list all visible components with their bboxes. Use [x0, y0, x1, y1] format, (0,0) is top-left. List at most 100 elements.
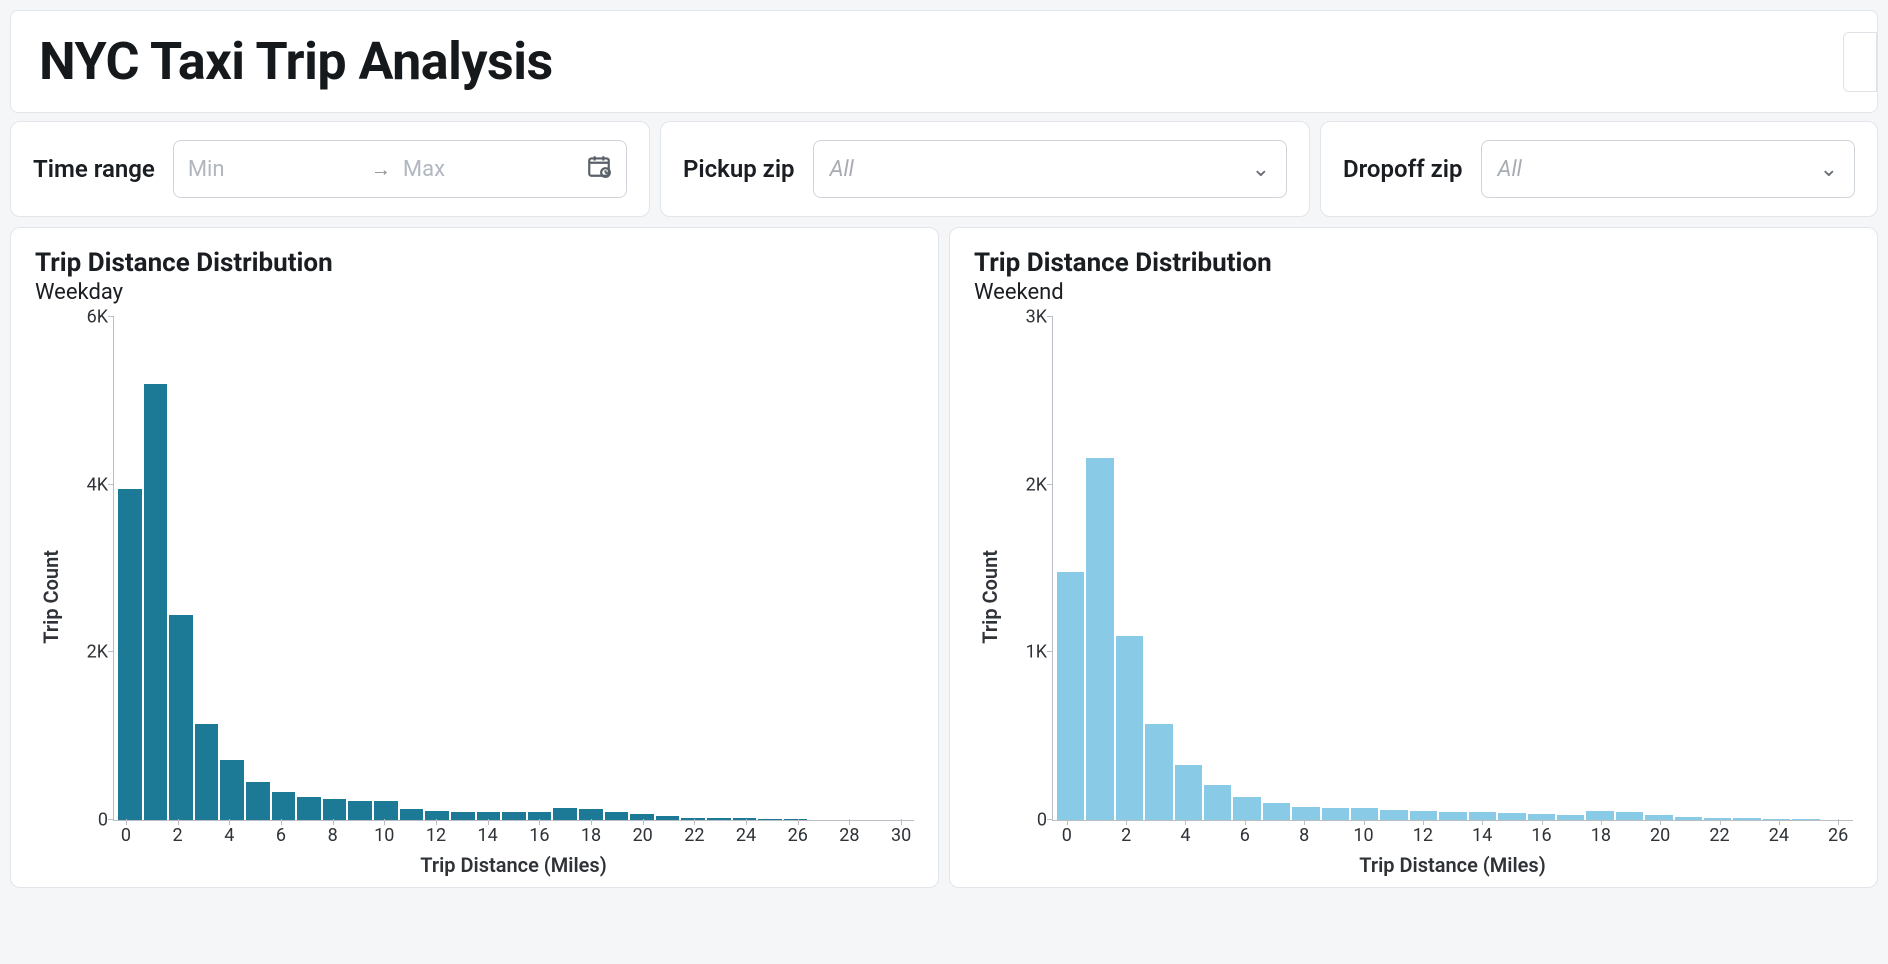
y-tick-label: 0 — [64, 810, 108, 831]
y-tick-label: 0 — [1003, 810, 1047, 831]
chart-bar[interactable] — [707, 818, 731, 820]
header-side-button[interactable] — [1843, 32, 1877, 92]
chart-bar[interactable] — [1233, 797, 1260, 820]
filter-label-pickup-zip: Pickup zip — [683, 155, 795, 183]
filter-dropoff-zip: Dropoff zip All ⌄ — [1320, 121, 1878, 217]
chart-bar[interactable] — [195, 724, 219, 820]
y-tick-label: 6K — [64, 307, 108, 328]
chart-subtitle: Weekday — [35, 280, 914, 305]
x-tick-label: 4 — [1180, 825, 1190, 846]
y-axis-label: Trip Count — [974, 550, 1006, 644]
chart-bar[interactable] — [1763, 819, 1790, 820]
x-tick-label: 18 — [581, 825, 601, 846]
chart-bar[interactable] — [246, 782, 270, 820]
chart-bar[interactable] — [1322, 808, 1349, 820]
chart-bar[interactable] — [272, 792, 296, 820]
chart-subtitle: Weekend — [974, 280, 1853, 305]
x-tick-label: 18 — [1591, 825, 1611, 846]
chart-card-weekday: Trip Distance Distribution Weekday Trip … — [10, 227, 939, 888]
x-tick-label: 2 — [1121, 825, 1131, 846]
chart-bar[interactable] — [1675, 817, 1702, 820]
x-axis-label: Trip Distance (Miles) — [113, 853, 914, 877]
chart-bar[interactable] — [1204, 785, 1231, 820]
dropoff-zip-select[interactable]: All ⌄ — [1481, 140, 1855, 198]
filters-row: Time range Min → Max Pickup zip All — [10, 121, 1878, 217]
x-tick-label: 0 — [121, 825, 131, 846]
chart-bar[interactable] — [681, 818, 705, 821]
chart-bar[interactable] — [733, 818, 757, 820]
chart-bar[interactable] — [1175, 765, 1202, 820]
chart-bar[interactable] — [1557, 815, 1584, 820]
dropoff-zip-value: All — [1498, 157, 1522, 182]
chart-bars — [118, 317, 910, 820]
chart-bar[interactable] — [1057, 572, 1084, 820]
chart-bar[interactable] — [144, 384, 168, 820]
y-axis-label: Trip Count — [35, 550, 67, 644]
chart-bar[interactable] — [400, 809, 424, 820]
chart-bar[interactable] — [1616, 812, 1643, 820]
x-tick-label: 14 — [478, 825, 498, 846]
chart-bar[interactable] — [758, 819, 782, 820]
chart-bar[interactable] — [1351, 808, 1378, 820]
chart-bar[interactable] — [1439, 812, 1466, 820]
x-tick-label: 6 — [276, 825, 286, 846]
x-ticks: 024681012141618202224262830 — [113, 821, 914, 849]
y-tick-label: 2K — [1003, 474, 1047, 495]
chart-bar[interactable] — [553, 808, 577, 820]
chart-bar[interactable] — [297, 797, 321, 820]
chart-bar[interactable] — [1263, 803, 1290, 820]
chart-bar[interactable] — [1733, 818, 1760, 820]
x-tick-label: 16 — [1531, 825, 1551, 846]
x-tick-label: 12 — [426, 825, 446, 846]
time-range-min-placeholder: Min — [188, 157, 359, 182]
chart-bar[interactable] — [784, 819, 808, 820]
chart-bar[interactable] — [1145, 724, 1172, 820]
chart-bar[interactable] — [425, 811, 449, 820]
chart-title: Trip Distance Distribution — [35, 248, 914, 278]
chart-bar[interactable] — [118, 489, 142, 820]
y-tick-label: 2K — [64, 642, 108, 663]
chart-bar[interactable] — [1086, 458, 1113, 820]
x-tick-label: 4 — [224, 825, 234, 846]
chart-area-weekend: Trip Count 01K2K3K 024681012141618202224… — [974, 317, 1853, 877]
chart-bar[interactable] — [1116, 636, 1143, 820]
x-tick-label: 26 — [1828, 825, 1848, 846]
charts-row: Trip Distance Distribution Weekday Trip … — [10, 227, 1878, 888]
chart-bar[interactable] — [605, 812, 629, 820]
y-tick-label: 3K — [1003, 307, 1047, 328]
chevron-down-icon: ⌄ — [1820, 157, 1838, 182]
x-axis-label: Trip Distance (Miles) — [1052, 853, 1853, 877]
chart-bar[interactable] — [323, 799, 347, 820]
chart-bar[interactable] — [1792, 819, 1819, 820]
filter-label-dropoff-zip: Dropoff zip — [1343, 155, 1463, 183]
x-tick-label: 24 — [736, 825, 756, 846]
chart-bar[interactable] — [1704, 818, 1731, 821]
chart-bar[interactable] — [169, 615, 193, 820]
filter-label-time-range: Time range — [33, 155, 155, 183]
chart-plot-weekend[interactable]: 01K2K3K — [1052, 317, 1853, 821]
y-ticks: 02K4K6K — [64, 317, 108, 820]
x-tick-label: 20 — [633, 825, 653, 846]
chart-bar[interactable] — [451, 812, 475, 820]
chart-bar[interactable] — [1380, 810, 1407, 820]
chart-bar[interactable] — [502, 812, 526, 820]
chart-bar[interactable] — [656, 816, 680, 820]
chart-bar[interactable] — [1292, 807, 1319, 820]
x-tick-label: 22 — [684, 825, 704, 846]
arrow-right-icon: → — [371, 157, 391, 182]
chart-bar[interactable] — [348, 801, 372, 820]
page-title: NYC Taxi Trip Analysis — [39, 31, 553, 92]
chart-bars — [1057, 317, 1849, 820]
chart-bar[interactable] — [374, 801, 398, 820]
chart-bar[interactable] — [1498, 813, 1525, 820]
calendar-icon[interactable] — [586, 153, 612, 185]
y-tick-label: 1K — [1003, 642, 1047, 663]
x-tick-label: 30 — [891, 825, 911, 846]
pickup-zip-select[interactable]: All ⌄ — [813, 140, 1287, 198]
chart-bar[interactable] — [220, 760, 244, 820]
chart-plot-weekday[interactable]: 02K4K6K — [113, 317, 914, 821]
chart-card-weekend: Trip Distance Distribution Weekend Trip … — [949, 227, 1878, 888]
time-range-input[interactable]: Min → Max — [173, 140, 627, 198]
filter-pickup-zip: Pickup zip All ⌄ — [660, 121, 1310, 217]
chart-bar[interactable] — [1645, 815, 1672, 820]
